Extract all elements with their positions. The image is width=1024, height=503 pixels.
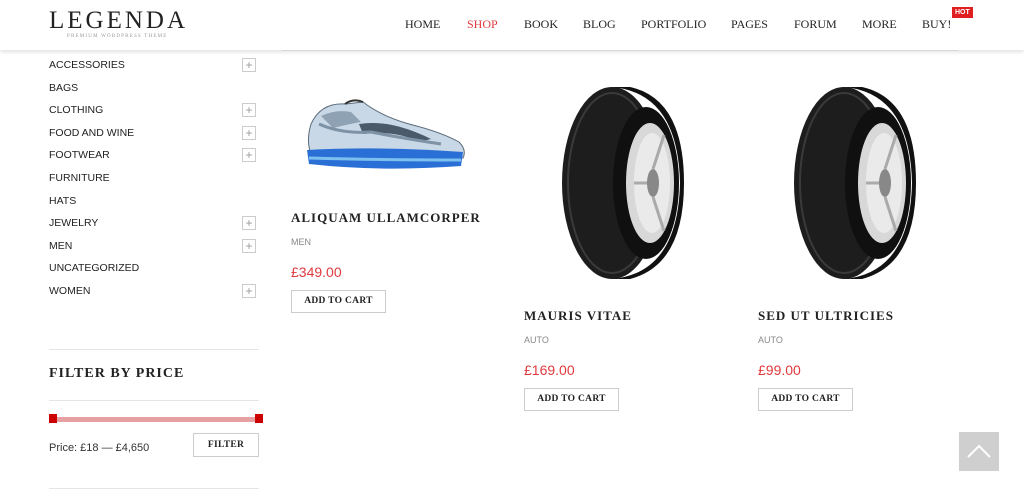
- expand-icon[interactable]: +: [242, 216, 256, 231]
- category-link[interactable]: FOOTWEAR: [49, 148, 110, 162]
- divider: [49, 349, 259, 350]
- product-category[interactable]: AUTO: [758, 335, 783, 345]
- add-to-cart-button[interactable]: ADD TO CART: [291, 290, 386, 313]
- price-slider-max-handle[interactable]: [255, 414, 263, 423]
- chevron-up-icon: [967, 444, 991, 458]
- filter-title: FILTER BY PRICE: [49, 366, 185, 381]
- price-slider-min-handle[interactable]: [49, 414, 57, 423]
- nav-forum[interactable]: FORUM: [794, 17, 837, 32]
- category-item: BAGS: [49, 81, 259, 104]
- category-item: FOOTWEAR +: [49, 148, 259, 171]
- category-link[interactable]: WOMEN: [49, 284, 90, 298]
- expand-icon[interactable]: +: [242, 238, 256, 253]
- category-item: UNCATEGORIZED: [49, 261, 259, 284]
- category-list: ACCESSORIES + BAGS CLOTHING + FOOD AND WIN…: [49, 58, 259, 307]
- tire-image[interactable]: [560, 85, 685, 281]
- logo[interactable]: LEGENDA PREMIUM WORDPRESS THEME: [49, 8, 188, 40]
- filter-button[interactable]: FILTER: [193, 433, 259, 457]
- product-title[interactable]: SED UT ULTRICIES: [758, 308, 894, 324]
- divider: [49, 400, 259, 401]
- nav-blog[interactable]: BLOG: [583, 17, 616, 32]
- nav-book[interactable]: BOOK: [524, 17, 558, 32]
- expand-icon[interactable]: +: [242, 283, 256, 298]
- expand-icon[interactable]: +: [242, 58, 256, 72]
- product-price: £169.00: [524, 362, 575, 378]
- hot-badge: HOT: [952, 7, 973, 18]
- category-link[interactable]: FOOD AND WINE: [49, 126, 134, 140]
- product-title[interactable]: ALIQUAM ULLAMCORPER: [291, 210, 481, 226]
- nav-buy[interactable]: BUY!: [922, 17, 951, 32]
- category-link[interactable]: JEWELRY: [49, 216, 98, 230]
- category-item: WOMEN +: [49, 283, 259, 307]
- category-item: HATS: [49, 194, 259, 217]
- expand-icon[interactable]: +: [242, 148, 256, 163]
- category-item: FURNITURE: [49, 171, 259, 194]
- category-link[interactable]: FURNITURE: [49, 171, 110, 185]
- category-link[interactable]: HATS: [49, 194, 76, 208]
- category-link[interactable]: MEN: [49, 239, 72, 253]
- scroll-to-top-button[interactable]: [959, 432, 999, 471]
- category-item: FOOD AND WINE +: [49, 125, 259, 149]
- nav-pages[interactable]: PAGES: [731, 17, 768, 32]
- site-header: LEGENDA PREMIUM WORDPRESS THEME HOME SHO…: [0, 0, 1024, 50]
- content-top-border: [282, 50, 958, 51]
- product-category[interactable]: AUTO: [524, 335, 549, 345]
- price-range-label: Price: £18 — £4,650: [49, 442, 150, 454]
- sneaker-image[interactable]: [301, 94, 467, 174]
- product-title[interactable]: MAURIS VITAE: [524, 308, 632, 324]
- category-link[interactable]: BAGS: [49, 81, 78, 95]
- category-item: MEN +: [49, 238, 259, 262]
- category-link[interactable]: CLOTHING: [49, 103, 103, 117]
- expand-icon[interactable]: +: [242, 103, 256, 118]
- nav-home[interactable]: HOME: [405, 17, 440, 32]
- add-to-cart-button[interactable]: ADD TO CART: [524, 388, 619, 411]
- category-item: CLOTHING +: [49, 103, 259, 126]
- logo-title: LEGENDA: [49, 7, 189, 34]
- divider: [49, 488, 259, 489]
- nav-shop[interactable]: SHOP: [467, 17, 498, 32]
- price-slider-range[interactable]: [52, 417, 258, 422]
- nav-portfolio[interactable]: PORTFOLIO: [641, 17, 706, 32]
- category-item: ACCESSORIES +: [49, 58, 259, 81]
- logo-subtitle: PREMIUM WORDPRESS THEME: [67, 34, 168, 39]
- product-price: £349.00: [291, 264, 342, 280]
- tire-image[interactable]: [792, 85, 917, 281]
- category-link[interactable]: ACCESSORIES: [49, 58, 125, 72]
- add-to-cart-button[interactable]: ADD TO CART: [758, 388, 853, 411]
- category-link[interactable]: UNCATEGORIZED: [49, 261, 139, 275]
- nav-more[interactable]: MORE: [862, 17, 897, 32]
- product-category[interactable]: MEN: [291, 237, 311, 247]
- category-item: JEWELRY +: [49, 216, 259, 239]
- product-price: £99.00: [758, 362, 801, 378]
- expand-icon[interactable]: +: [242, 125, 256, 140]
